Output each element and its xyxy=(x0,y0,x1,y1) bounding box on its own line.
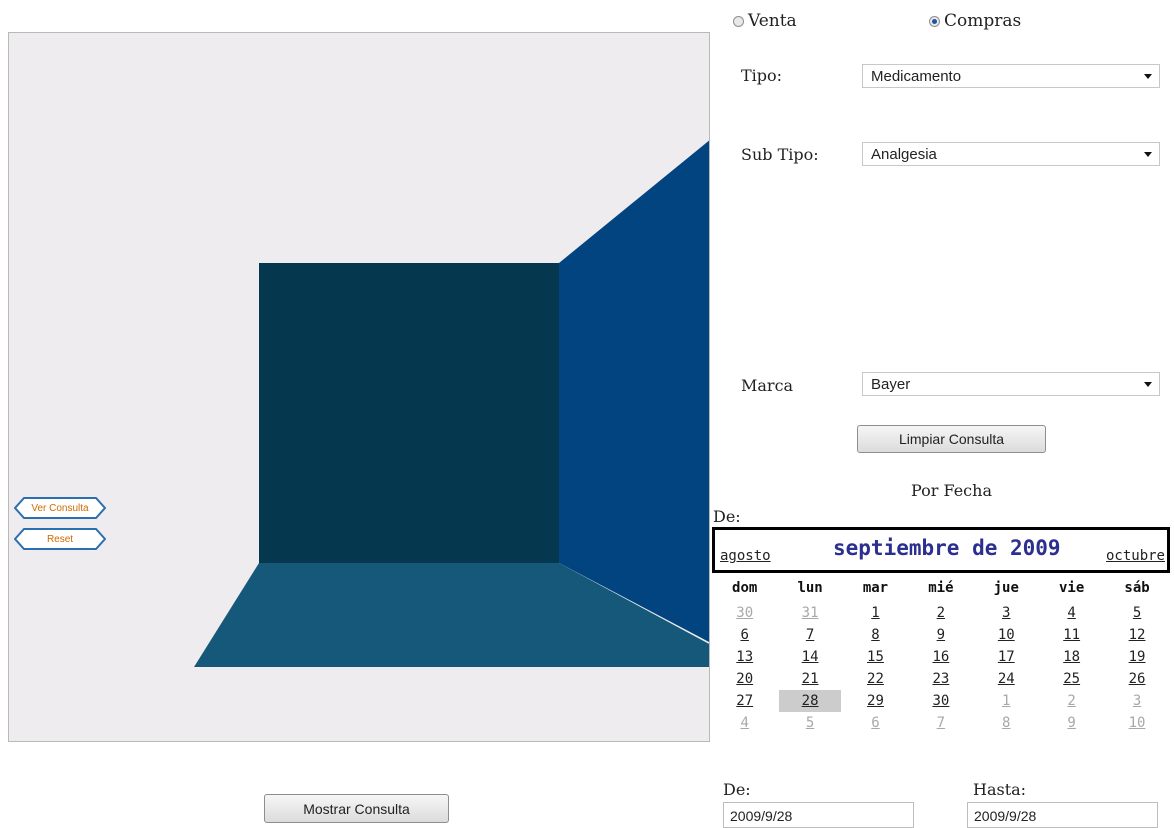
radio-venta-label: Venta xyxy=(748,11,797,31)
calendar-day[interactable]: 3 xyxy=(1104,690,1169,712)
calendar-grid: dom lun mar mié jue vie sáb 30 31 1 2 3 4 5 6 7 8 9 10 11 12… xyxy=(712,580,1170,734)
subtipo-select[interactable]: Analgesia xyxy=(862,142,1160,166)
calendar-day[interactable]: 8 xyxy=(843,624,908,646)
hasta-date-input[interactable]: 2009/9/28 xyxy=(967,802,1158,828)
calendar-day-selected[interactable]: 28 xyxy=(777,690,842,712)
chevron-down-icon xyxy=(1144,152,1152,157)
radio-venta[interactable]: Venta xyxy=(733,11,797,31)
tipo-select[interactable]: Medicamento xyxy=(862,64,1160,88)
calendar-day[interactable]: 1 xyxy=(843,602,908,624)
chevron-down-icon xyxy=(1144,74,1152,79)
calendar-day[interactable]: 16 xyxy=(908,646,973,668)
calendar-day[interactable]: 9 xyxy=(908,624,973,646)
calendar-day[interactable]: 4 xyxy=(712,712,777,734)
calendar-de-label: De: xyxy=(713,507,741,526)
right-wall xyxy=(559,140,709,642)
calendar-day[interactable]: 21 xyxy=(777,668,842,690)
range-de-label: De: xyxy=(723,780,751,799)
calendar-day[interactable]: 10 xyxy=(974,624,1039,646)
calendar-day[interactable]: 7 xyxy=(777,624,842,646)
ver-consulta-label: Ver Consulta xyxy=(31,502,89,514)
por-fecha-heading: Por Fecha xyxy=(911,481,992,500)
radio-compras-label: Compras xyxy=(944,11,1022,31)
subtipo-label: Sub Tipo: xyxy=(741,145,819,164)
calendar-day[interactable]: 15 xyxy=(843,646,908,668)
calendar-day[interactable]: 4 xyxy=(1039,602,1104,624)
calendar-day[interactable]: 18 xyxy=(1039,646,1104,668)
de-date-input[interactable]: 2009/9/28 xyxy=(723,802,914,828)
subtipo-select-value: Analgesia xyxy=(871,146,937,163)
calendar-day[interactable]: 29 xyxy=(843,690,908,712)
calendar-day[interactable]: 12 xyxy=(1104,624,1169,646)
calendar-day[interactable]: 2 xyxy=(908,602,973,624)
next-month-link[interactable]: octubre xyxy=(1106,548,1165,564)
range-hasta-label: Hasta: xyxy=(973,780,1027,799)
calendar-day[interactable]: 14 xyxy=(777,646,842,668)
calendar-day[interactable]: 1 xyxy=(974,690,1039,712)
marca-select[interactable]: Bayer xyxy=(862,372,1160,396)
prev-month-link[interactable]: agosto xyxy=(720,548,771,564)
tipo-label: Tipo: xyxy=(741,66,783,85)
calendar-day[interactable]: 31 xyxy=(777,602,842,624)
calendar-day[interactable]: 20 xyxy=(712,668,777,690)
calendar-day[interactable]: 2 xyxy=(1039,690,1104,712)
chevron-down-icon xyxy=(1144,382,1152,387)
tipo-select-value: Medicamento xyxy=(871,68,962,85)
mostrar-consulta-button[interactable]: Mostrar Consulta xyxy=(264,794,449,823)
ver-consulta-button[interactable]: Ver Consulta xyxy=(14,497,106,519)
calendar-day-label: 28 xyxy=(779,690,842,712)
calendar-day[interactable]: 10 xyxy=(1104,712,1169,734)
weekday-header: jue xyxy=(993,580,1019,596)
weekday-header: mar xyxy=(862,580,889,596)
calendar-day[interactable]: 13 xyxy=(712,646,777,668)
calendar-day[interactable]: 6 xyxy=(712,624,777,646)
calendar-title: septiembre de 2009 xyxy=(833,536,1061,560)
calendar-day[interactable]: 7 xyxy=(908,712,973,734)
calendar-day[interactable]: 22 xyxy=(843,668,908,690)
calendar-day[interactable]: 5 xyxy=(1104,602,1169,624)
calendar-day[interactable]: 8 xyxy=(974,712,1039,734)
calendar-day[interactable]: 26 xyxy=(1104,668,1169,690)
weekday-header: vie xyxy=(1059,580,1085,596)
3d-viewport[interactable] xyxy=(8,32,710,742)
calendar-day[interactable]: 6 xyxy=(843,712,908,734)
radio-circle-icon xyxy=(733,15,744,27)
calendar-day[interactable]: 17 xyxy=(974,646,1039,668)
calendar-day[interactable]: 30 xyxy=(712,602,777,624)
calendar-day[interactable]: 3 xyxy=(974,602,1039,624)
calendar-day[interactable]: 19 xyxy=(1104,646,1169,668)
calendar-day[interactable]: 25 xyxy=(1039,668,1104,690)
weekday-header: dom xyxy=(732,580,758,596)
calendar-day[interactable]: 5 xyxy=(777,712,842,734)
limpiar-consulta-button[interactable]: Limpiar Consulta xyxy=(857,425,1046,453)
weekday-header: mié xyxy=(928,580,954,596)
calendar-day[interactable]: 30 xyxy=(908,690,973,712)
radio-circle-checked-icon xyxy=(929,15,940,27)
calendar-day[interactable]: 11 xyxy=(1039,624,1104,646)
back-wall xyxy=(259,263,559,563)
reset-label: Reset xyxy=(46,533,74,545)
marca-label: Marca xyxy=(741,376,794,395)
radio-compras[interactable]: Compras xyxy=(929,11,1021,31)
calendar-day[interactable]: 23 xyxy=(908,668,973,690)
weekday-header: lun xyxy=(797,580,823,596)
marca-select-value: Bayer xyxy=(871,376,911,393)
calendar-day[interactable]: 24 xyxy=(974,668,1039,690)
calendar-header: agosto septiembre de 2009 octubre xyxy=(712,527,1170,573)
calendar-day[interactable]: 27 xyxy=(712,690,777,712)
calendar-day[interactable]: 9 xyxy=(1039,712,1104,734)
weekday-header: sáb xyxy=(1124,580,1150,596)
room-scene xyxy=(194,140,709,667)
reset-button[interactable]: Reset xyxy=(14,528,106,550)
